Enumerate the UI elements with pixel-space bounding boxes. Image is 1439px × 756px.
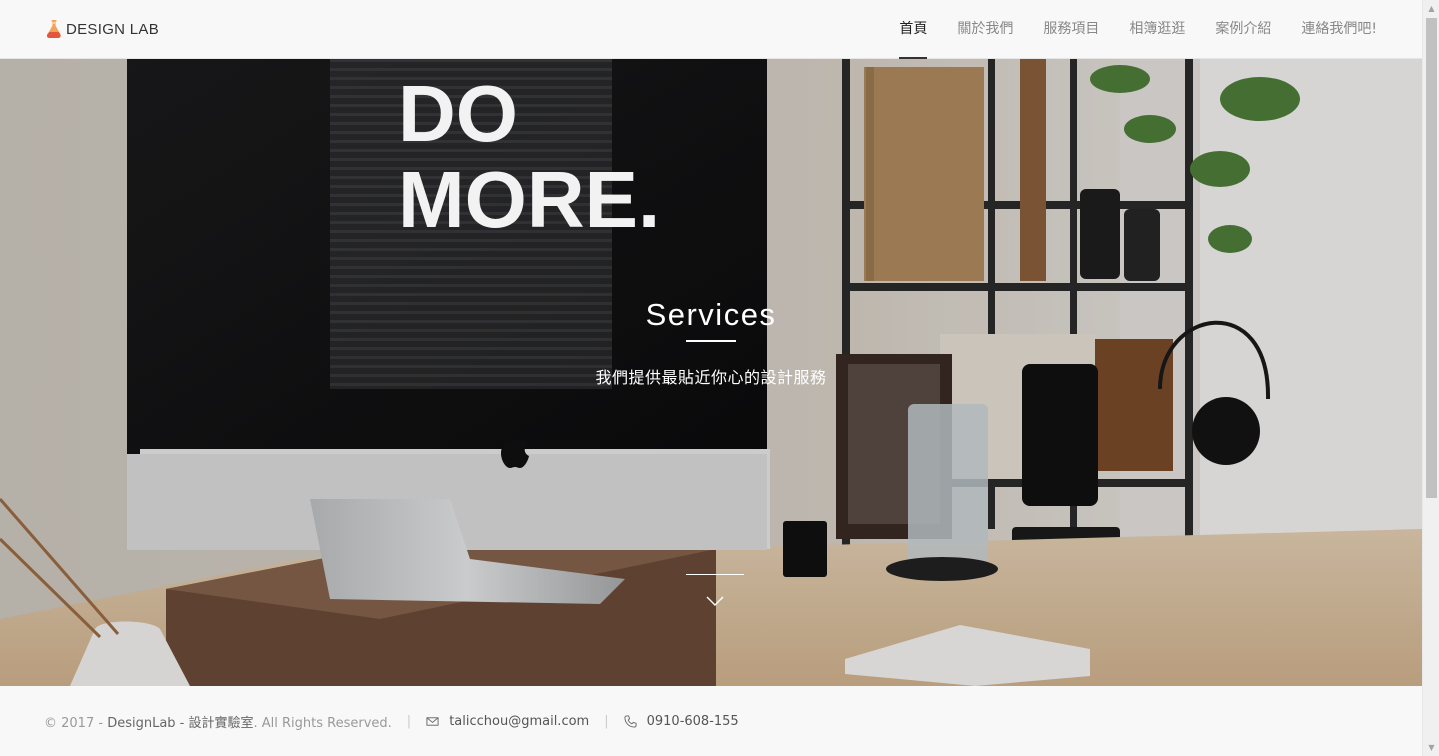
hero-banner: DO MORE. Services 我們提供最貼近你心的設計服務 (0, 59, 1422, 686)
footer-phone[interactable]: 0910-608-155 (624, 714, 739, 729)
envelope-icon (426, 716, 439, 726)
nav-item-gallery[interactable]: 相簿逛逛 (1129, 0, 1185, 59)
hero-title-divider (686, 340, 736, 342)
page: DESIGN LAB 首頁 關於我們 服務項目 相簿逛逛 案例介紹 連絡我們吧! (0, 0, 1439, 756)
hero-subtitle: 我們提供最貼近你心的設計服務 (595, 368, 827, 387)
scroll-up-arrow-icon[interactable]: ▲ (1423, 0, 1439, 17)
screen-text-do: DO (398, 69, 518, 158)
copyright-company: DesignLab - 設計實驗室 (107, 715, 254, 731)
footer-copyright: © 2017 - DesignLab - 設計實驗室. All Rights R… (44, 712, 392, 731)
scroll-down-button[interactable] (686, 574, 744, 614)
copyright-rights: . All Rights Reserved. (253, 715, 392, 731)
hero-title: Services (645, 297, 777, 332)
nav-item-services[interactable]: 服務項目 (1043, 0, 1099, 59)
scroll-down-arrow-icon[interactable]: ▼ (1423, 739, 1439, 756)
footer: © 2017 - DesignLab - 設計實驗室. All Rights R… (0, 686, 1422, 756)
main-nav: 首頁 關於我們 服務項目 相簿逛逛 案例介紹 連絡我們吧! (869, 0, 1377, 59)
footer-phone-text[interactable]: 0910-608-155 (647, 714, 739, 729)
brand-logo[interactable]: DESIGN LAB (46, 18, 159, 40)
flask-icon (46, 20, 61, 38)
footer-divider: | (406, 713, 412, 729)
footer-divider: | (604, 713, 609, 729)
nav-item-about[interactable]: 關於我們 (957, 0, 1013, 59)
top-navbar: DESIGN LAB 首頁 關於我們 服務項目 相簿逛逛 案例介紹 連絡我們吧! (0, 0, 1422, 59)
brand-name: DESIGN LAB (66, 20, 160, 38)
phone-icon (624, 714, 637, 728)
copyright-prefix: © 2017 - (44, 715, 104, 731)
scrollbar-thumb[interactable] (1426, 18, 1437, 498)
scroll-down-line (686, 574, 744, 575)
nav-item-home[interactable]: 首頁 (899, 0, 928, 59)
nav-item-cases[interactable]: 案例介紹 (1215, 0, 1271, 59)
footer-email[interactable]: talicchou@gmail.com (426, 714, 589, 729)
screen-text-more: MORE. (398, 155, 660, 244)
chevron-down-icon (706, 596, 724, 606)
footer-email-text[interactable]: talicchou@gmail.com (449, 714, 589, 729)
nav-item-contact[interactable]: 連絡我們吧! (1301, 0, 1377, 59)
page-scrollbar[interactable]: ▲ ▼ (1422, 0, 1439, 756)
